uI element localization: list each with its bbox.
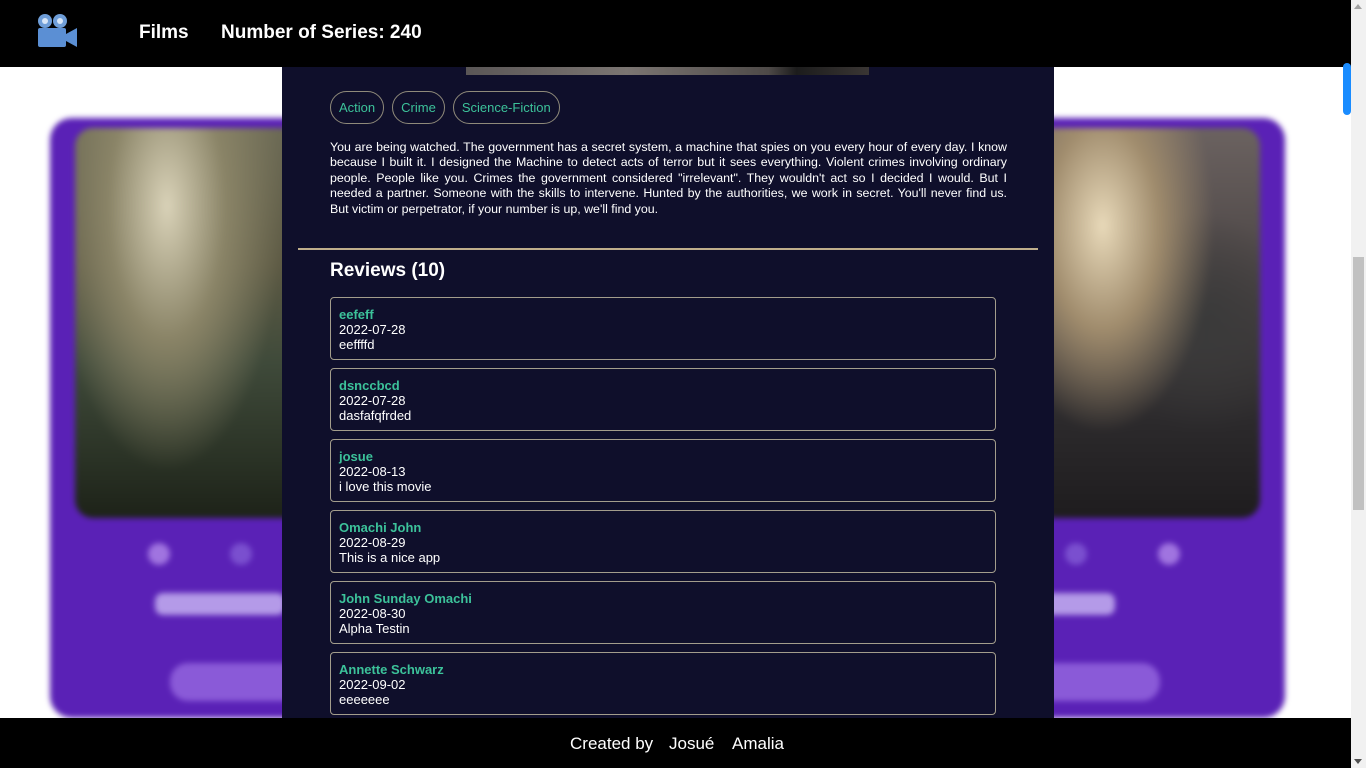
review-author: dsnccbcd xyxy=(339,378,400,393)
footer-author-link-josue[interactable]: Josué xyxy=(669,734,714,754)
review-text: eeffffd xyxy=(339,337,375,352)
background-title xyxy=(155,593,285,615)
section-divider xyxy=(298,248,1038,250)
review-text: eeeeeee xyxy=(339,692,390,707)
background-icon xyxy=(230,543,252,565)
series-count: Number of Series: 240 xyxy=(221,22,422,43)
scroll-up-arrow-icon[interactable] xyxy=(1354,4,1362,9)
review-author: John Sunday Omachi xyxy=(339,591,472,606)
footer-created-by: Created by xyxy=(570,734,654,753)
review-author: Annette Schwarz xyxy=(339,662,444,677)
review-item: Annette Schwarz 2022-09-02 eeeeeee xyxy=(330,652,996,715)
genre-pill-science-fiction[interactable]: Science-Fiction xyxy=(452,91,560,124)
review-author: Omachi John xyxy=(339,520,422,535)
background-poster xyxy=(75,128,305,518)
footer: Created by Josué Amalia xyxy=(0,718,1351,768)
footer-author-link-amalia[interactable]: Amalia xyxy=(732,734,784,754)
series-poster-image xyxy=(466,67,869,75)
series-detail-modal: Action Crime Science-Fiction You are bei… xyxy=(282,67,1054,718)
page-scrollbar[interactable] xyxy=(1351,0,1366,768)
review-date: 2022-08-29 xyxy=(339,535,406,550)
modal-scroll-indicator[interactable] xyxy=(1343,63,1351,115)
top-navbar: Films Number of Series: 240 xyxy=(0,0,1351,67)
reviews-heading: Reviews (10) xyxy=(330,260,446,281)
review-item: dsnccbcd 2022-07-28 dasfafqfrded xyxy=(330,368,996,431)
review-item: josue 2022-08-13 i love this movie xyxy=(330,439,996,502)
genre-list: Action Crime Science-Fiction xyxy=(330,91,560,124)
reviews-list: eefeff 2022-07-28 eeffffd dsnccbcd 2022-… xyxy=(330,297,996,718)
background-icon xyxy=(1158,543,1180,565)
video-camera-icon[interactable] xyxy=(36,13,78,49)
background-poster xyxy=(1035,128,1260,518)
review-date: 2022-08-30 xyxy=(339,606,406,621)
review-date: 2022-09-02 xyxy=(339,677,406,692)
review-date: 2022-07-28 xyxy=(339,393,406,408)
series-overview: You are being watched. The government ha… xyxy=(330,140,1007,216)
review-date: 2022-07-28 xyxy=(339,322,406,337)
background-icon xyxy=(1065,543,1087,565)
review-text: i love this movie xyxy=(339,479,432,494)
review-item: Omachi John 2022-08-29 This is a nice ap… xyxy=(330,510,996,573)
genre-pill-crime[interactable]: Crime xyxy=(392,91,445,124)
review-author: eefeff xyxy=(339,307,374,322)
review-item: John Sunday Omachi 2022-08-30 Alpha Test… xyxy=(330,581,996,644)
review-author: josue xyxy=(339,449,373,464)
scroll-down-arrow-icon[interactable] xyxy=(1354,759,1362,764)
review-text: dasfafqfrded xyxy=(339,408,412,423)
review-text: This is a nice app xyxy=(339,550,441,565)
background-icon xyxy=(148,543,170,565)
review-item: eefeff 2022-07-28 eeffffd xyxy=(330,297,996,360)
scrollbar-thumb[interactable] xyxy=(1353,257,1364,510)
nav-films-link[interactable]: Films xyxy=(139,22,189,44)
genre-pill-action[interactable]: Action xyxy=(330,91,385,124)
review-date: 2022-08-13 xyxy=(339,464,406,479)
review-text: Alpha Testin xyxy=(339,621,410,636)
